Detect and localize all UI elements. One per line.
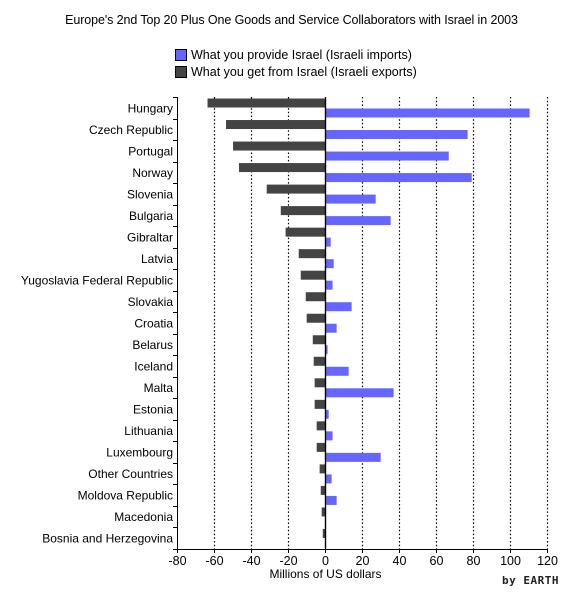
bar-exports-16 xyxy=(316,442,325,452)
category-label: Slovakia xyxy=(128,295,174,309)
x-tick-label: 0 xyxy=(322,554,329,568)
bar-imports-10 xyxy=(325,323,337,333)
bar-imports-16 xyxy=(325,452,381,462)
credit-label: by EARTH xyxy=(502,574,559,587)
bar-imports-9 xyxy=(325,302,352,312)
category-label: Slovenia xyxy=(127,187,173,201)
category-label: Bulgaria xyxy=(129,209,173,223)
bar-exports-17 xyxy=(319,464,325,474)
bar-exports-13 xyxy=(314,378,325,388)
bar-exports-15 xyxy=(316,421,325,431)
x-tick-label: -40 xyxy=(242,554,260,568)
bar-exports-0 xyxy=(207,98,325,108)
bar-exports-12 xyxy=(313,356,325,366)
x-tick-label: 40 xyxy=(393,554,407,568)
category-label: Czech Republic xyxy=(89,123,173,137)
x-tick-label: -80 xyxy=(168,554,186,568)
category-label: Malta xyxy=(144,381,174,395)
bar-exports-10 xyxy=(306,313,325,323)
category-label: Yugoslavia Federal Republic xyxy=(21,273,173,287)
bar-exports-2 xyxy=(233,141,325,151)
category-label: Luxembourg xyxy=(106,446,173,460)
axis-layer xyxy=(173,97,548,553)
bar-exports-20 xyxy=(322,528,325,538)
x-tick-label: 20 xyxy=(356,554,370,568)
category-label: Croatia xyxy=(134,317,173,331)
x-axis-label: Millions of US dollars xyxy=(269,567,382,581)
bar-imports-13 xyxy=(325,388,394,398)
category-label: Belarus xyxy=(132,338,173,352)
bar-exports-18 xyxy=(320,485,325,495)
bar-exports-1 xyxy=(226,120,325,130)
bar-imports-0 xyxy=(325,108,530,118)
category-label: Macedonia xyxy=(114,510,173,524)
category-label: Portugal xyxy=(128,144,173,158)
x-tick-label: 60 xyxy=(430,554,444,568)
bar-imports-18 xyxy=(325,495,337,505)
bar-exports-14 xyxy=(314,399,325,409)
bar-exports-8 xyxy=(300,270,325,280)
bar-exports-4 xyxy=(266,184,325,194)
category-label: Gibraltar xyxy=(127,230,173,244)
chart-plot: Hungary Czech Republic Portugal Norway Slove… xyxy=(21,97,558,568)
bar-imports-3 xyxy=(325,173,472,183)
bar-exports-6 xyxy=(285,227,325,237)
x-tick-label: -20 xyxy=(279,554,297,568)
x-tick-label: -60 xyxy=(205,554,223,568)
bar-exports-11 xyxy=(312,335,325,345)
category-label: Bosnia and Herzegovina xyxy=(42,532,173,546)
category-label: Lithuania xyxy=(124,424,173,438)
category-label: Estonia xyxy=(133,403,173,417)
bar-layer xyxy=(207,98,530,548)
bar-exports-19 xyxy=(321,507,325,517)
bar-exports-3 xyxy=(238,163,325,173)
bar-imports-12 xyxy=(325,366,349,376)
bar-imports-1 xyxy=(325,130,468,140)
bar-imports-2 xyxy=(325,151,449,161)
category-label: Moldova Republic xyxy=(78,489,173,503)
category-label: Other Countries xyxy=(88,467,173,481)
x-tick-label: 100 xyxy=(500,554,521,568)
bar-imports-4 xyxy=(325,194,376,204)
bar-imports-7 xyxy=(325,259,334,269)
bar-exports-7 xyxy=(298,249,325,259)
x-tick-label: 120 xyxy=(537,554,558,568)
category-label: Norway xyxy=(132,166,173,180)
bar-exports-9 xyxy=(305,292,325,302)
category-label: Iceland xyxy=(134,360,173,374)
bar-exports-5 xyxy=(280,206,325,216)
category-label: Latvia xyxy=(141,252,173,266)
bar-imports-5 xyxy=(325,216,391,226)
x-tick-label: 80 xyxy=(467,554,481,568)
category-label: Hungary xyxy=(128,101,173,115)
